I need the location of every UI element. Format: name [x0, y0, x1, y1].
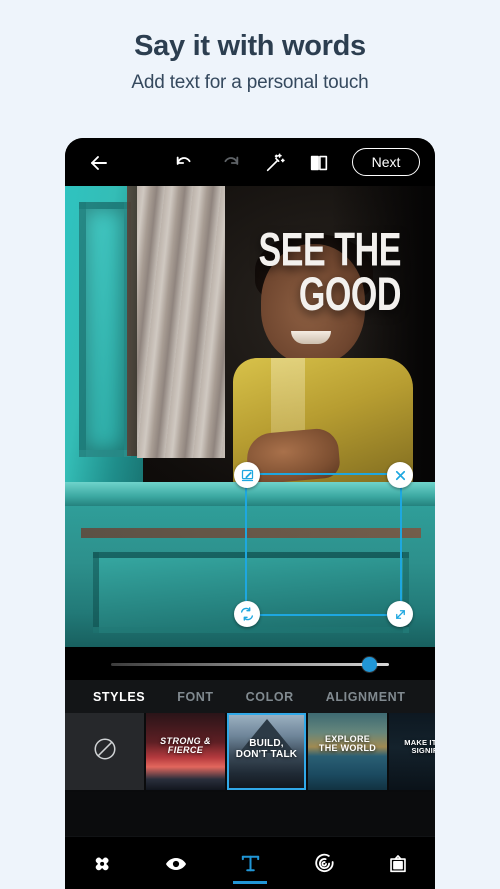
style-thumb-label: EXPLORE THE WORLD [318, 734, 377, 754]
style-thumb-strong-fierce[interactable]: STRONG & FIERCE [146, 713, 225, 790]
style-thumb-label: STRONG & FIERCE [160, 736, 211, 756]
style-thumbnail-list[interactable]: STRONG & FIERCE BUILD, DON'T TALK EXPLORE T… [65, 713, 435, 792]
style-thumb-make-it-simple[interactable]: MAKE IT SIMSIGNIFIC [389, 713, 435, 790]
bottom-navigation [65, 836, 435, 889]
healing-patch-icon[interactable] [76, 842, 128, 886]
text-option-tabs: STYLES FONT COLOR ALIGNMENT [65, 680, 435, 713]
slider-thumb[interactable] [362, 657, 378, 672]
undo-icon[interactable] [173, 151, 197, 175]
redo-icon[interactable] [218, 151, 242, 175]
next-button[interactable]: Next [352, 148, 420, 176]
eye-icon[interactable] [150, 842, 202, 886]
style-thumb-build-dont-talk[interactable]: BUILD, DON'T TALK [227, 713, 306, 790]
compare-split-icon[interactable] [307, 151, 331, 175]
magic-wand-icon[interactable] [263, 151, 287, 175]
frame-icon[interactable] [372, 842, 424, 886]
style-thumb-none[interactable] [65, 713, 144, 790]
opacity-slider[interactable] [65, 647, 435, 680]
tab-alignment[interactable]: ALIGNMENT [326, 690, 406, 704]
slider-track[interactable] [111, 663, 389, 666]
back-arrow-icon[interactable] [87, 151, 111, 175]
editor-filler-area [65, 792, 435, 836]
style-thumb-label: MAKE IT SIMSIGNIFIC [404, 738, 435, 755]
close-x-icon[interactable] [387, 462, 413, 488]
editor-toolbar: Next [65, 138, 435, 186]
promo-title: Say it with words [134, 30, 366, 62]
tab-color[interactable]: COLOR [246, 690, 294, 704]
style-thumb-explore-the-world[interactable]: EXPLORE THE WORLD [308, 713, 387, 790]
style-thumb-label: BUILD, DON'T TALK [235, 738, 298, 760]
no-style-icon [92, 736, 118, 767]
text-t-icon[interactable] [224, 842, 276, 886]
resize-diagonal-icon[interactable] [387, 601, 413, 627]
photo-canvas[interactable]: SEE THE GOOD [65, 186, 435, 647]
spiral-blur-icon[interactable] [298, 842, 350, 886]
text-selection-box[interactable] [234, 462, 413, 627]
rotate-flip-icon[interactable] [234, 601, 260, 627]
tab-styles[interactable]: STYLES [93, 690, 145, 704]
promo-header: Say it with words Add text for a persona… [0, 0, 500, 128]
promo-subtitle: Add text for a personal touch [131, 71, 369, 93]
tab-font[interactable]: FONT [177, 690, 213, 704]
phone-screenshot-panel: Next SEE THE GOOD STYLES FONT COLOR ALIG… [65, 138, 435, 889]
edit-pencil-icon[interactable] [234, 462, 260, 488]
